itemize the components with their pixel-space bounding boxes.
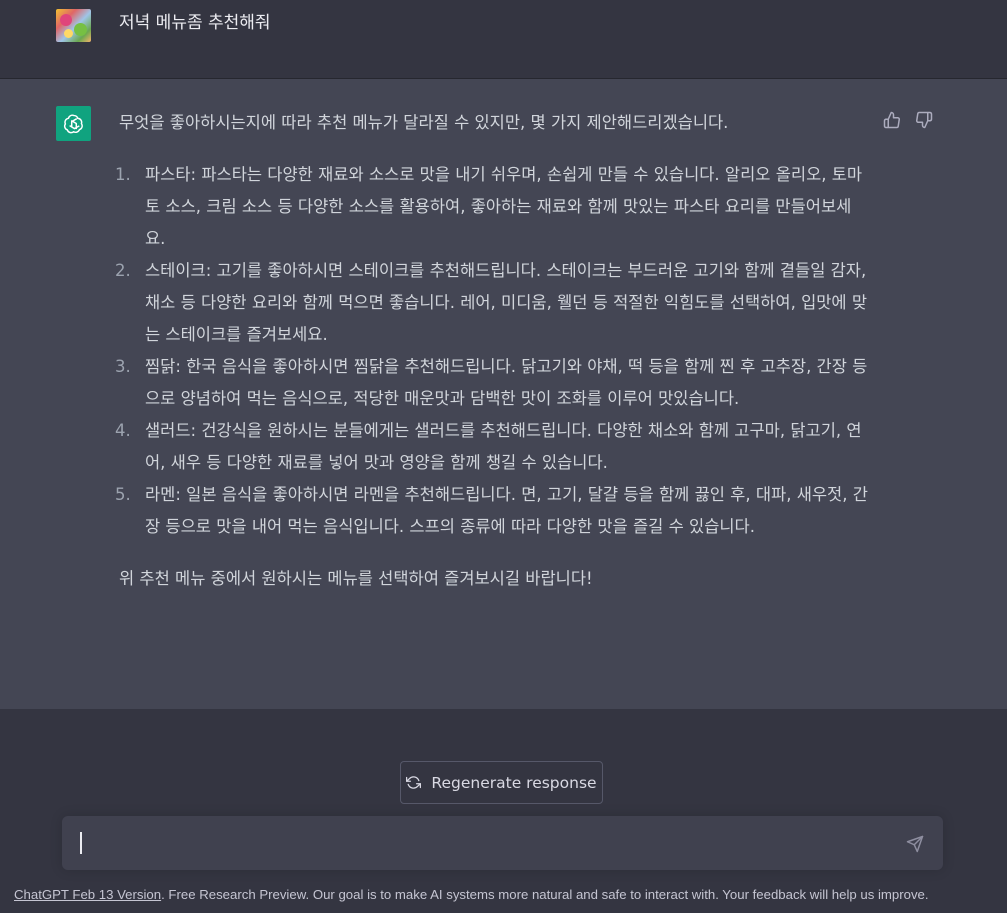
assistant-message-content: 무엇을 좋아하시는지에 따라 추천 메뉴가 달라질 수 있지만, 몇 가지 제안… bbox=[115, 107, 869, 595]
footer-text: . Free Research Preview. Our goal is to … bbox=[161, 887, 929, 902]
list-item-text: 파스타: 파스타는 다양한 재료와 소스로 맛을 내기 쉬우며, 손쉽게 만들 … bbox=[145, 165, 863, 248]
list-number: 5. bbox=[115, 485, 131, 504]
text-caret bbox=[80, 832, 82, 854]
thumbs-up-icon[interactable] bbox=[882, 110, 902, 130]
list-number: 4. bbox=[115, 421, 131, 440]
list-item: 5. 라멘: 일본 음식을 좋아하시면 라멘을 추천해드립니다. 면, 고기, … bbox=[115, 479, 869, 543]
thumbs-down-icon[interactable] bbox=[914, 110, 934, 130]
list-number: 2. bbox=[115, 261, 131, 280]
assistant-intro: 무엇을 좋아하시는지에 따라 추천 메뉴가 달라질 수 있지만, 몇 가지 제안… bbox=[119, 113, 729, 132]
recommendation-list: 1. 파스타: 파스타는 다양한 재료와 소스로 맛을 내기 쉬우며, 손쉽게 … bbox=[115, 159, 869, 543]
footer-disclaimer: ChatGPT Feb 13 Version. Free Research Pr… bbox=[14, 886, 999, 904]
message-composer bbox=[62, 816, 943, 870]
list-number: 1. bbox=[115, 165, 131, 184]
list-item-text: 샐러드: 건강식을 원하시는 분들에게는 샐러드를 추천해드립니다. 다양한 채… bbox=[145, 421, 862, 472]
list-item: 4. 샐러드: 건강식을 원하시는 분들에게는 샐러드를 추천해드립니다. 다양… bbox=[115, 415, 869, 479]
assistant-message-row: 무엇을 좋아하시는지에 따라 추천 메뉴가 달라질 수 있지만, 몇 가지 제안… bbox=[0, 79, 1007, 709]
chat-page: 저녁 메뉴좀 추천해줘 무엇을 좋아하시는지에 따라 추천 메뉴가 달라질 수 … bbox=[0, 0, 1007, 913]
regenerate-response-button[interactable]: Regenerate response bbox=[400, 761, 603, 804]
user-avatar bbox=[56, 9, 91, 42]
list-item-text: 스테이크: 고기를 좋아하시면 스테이크를 추천해드립니다. 스테이크는 부드러… bbox=[145, 261, 868, 344]
list-number: 3. bbox=[115, 357, 131, 376]
user-message-row: 저녁 메뉴좀 추천해줘 bbox=[0, 0, 1007, 79]
regenerate-label: Regenerate response bbox=[431, 773, 597, 792]
openai-logo-icon bbox=[56, 106, 91, 141]
list-item: 3. 찜닭: 한국 음식을 좋아하시면 찜닭을 추천해드립니다. 닭고기와 야채… bbox=[115, 351, 869, 415]
list-item: 1. 파스타: 파스타는 다양한 재료와 소스로 맛을 내기 쉬우며, 손쉽게 … bbox=[115, 159, 869, 255]
assistant-closing: 위 추천 메뉴 중에서 원하시는 메뉴를 선택하여 즐겨보시길 바랍니다! bbox=[119, 569, 593, 588]
list-item: 2. 스테이크: 고기를 좋아하시면 스테이크를 추천해드립니다. 스테이크는 … bbox=[115, 255, 869, 351]
send-icon bbox=[906, 835, 924, 853]
refresh-icon bbox=[406, 775, 422, 790]
list-item-text: 찜닭: 한국 음식을 좋아하시면 찜닭을 추천해드립니다. 닭고기와 야채, 떡… bbox=[145, 357, 868, 408]
version-link[interactable]: ChatGPT Feb 13 Version bbox=[14, 887, 161, 902]
feedback-buttons bbox=[882, 110, 934, 130]
user-message-text: 저녁 메뉴좀 추천해줘 bbox=[119, 13, 271, 33]
message-input[interactable] bbox=[78, 826, 882, 862]
list-item-text: 라멘: 일본 음식을 좋아하시면 라멘을 추천해드립니다. 면, 고기, 달걀 … bbox=[145, 485, 868, 536]
send-button[interactable] bbox=[905, 834, 925, 854]
